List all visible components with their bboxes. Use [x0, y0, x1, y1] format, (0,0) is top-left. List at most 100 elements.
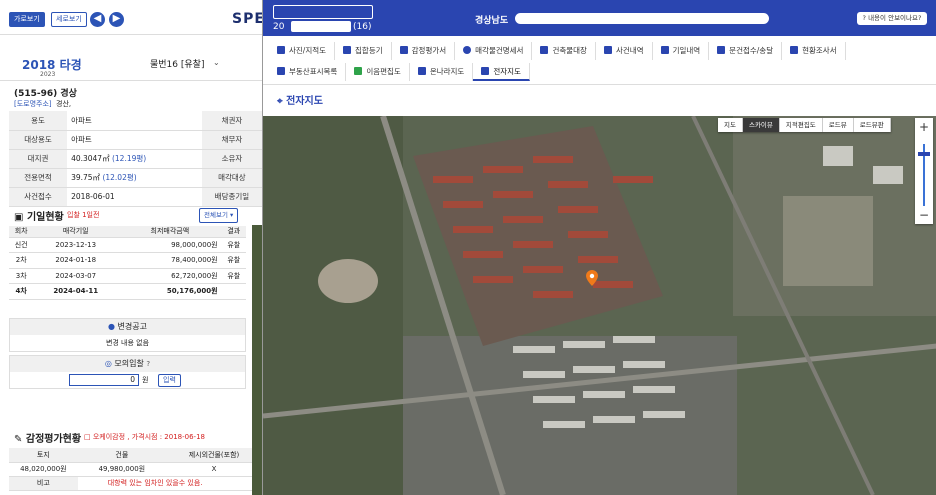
tab-doc-receipt[interactable]: 문건접수/송달 — [709, 42, 783, 60]
area-value: 39.75㎡ — [71, 173, 101, 182]
property-info-table: 용도 아파트 채권자 대상용도 아파트 채무자 대지권 40.3047㎡ (12.19평)… — [9, 111, 262, 207]
price-cell: 98,000,000원 — [118, 237, 222, 253]
forward-arrow-icon[interactable]: ▶ — [109, 12, 124, 27]
auction-history-table: 회차 매각기일 최저매각금액 결과 신건 2023-12-13 98,000,000원 유찰… — [9, 226, 246, 300]
site-logo: SPEI — [232, 11, 262, 27]
property-number: 물번16 [유찰] — [150, 60, 205, 70]
redacted-bar — [291, 21, 351, 32]
date-cell: 2024-03-07 — [33, 268, 119, 284]
view-all-button[interactable]: 전체보기 ▾ — [199, 208, 239, 223]
help-button[interactable]: ? 내용이 안보이나요? — [857, 12, 927, 25]
road-address-tag[interactable]: [도로명주소] — [14, 99, 52, 109]
zoom-in-button[interactable]: + — [915, 119, 933, 135]
tab-appraisal[interactable]: 감정평가서 — [392, 42, 456, 60]
mock-bid-submit-button[interactable]: 입력 — [158, 374, 181, 387]
column-header: 회차 — [9, 226, 34, 238]
photo-icon — [277, 46, 285, 54]
mock-bid-box: ◎ 모의입찰 ? 0 원 입력 — [9, 355, 246, 389]
tab-collective-registry[interactable]: 집합등기 — [335, 42, 392, 60]
tab-onnara-map[interactable]: 온나라지도 — [410, 63, 474, 81]
tab-electronic-map[interactable]: 전자지도 — [473, 63, 530, 81]
tab-label: 집합등기 — [355, 46, 383, 55]
info-value: 아파트 — [67, 130, 202, 150]
table-row: 48,020,000원 49,980,000원 X — [9, 462, 262, 477]
table-row: 신건 2023-12-13 98,000,000원 유찰 — [9, 237, 246, 253]
history-note: 입찰 1일전 — [67, 211, 100, 219]
redacted-address-bar — [515, 13, 769, 24]
info-label: 전용면적 — [9, 168, 68, 188]
person-icon — [790, 46, 799, 54]
grid-icon — [354, 67, 363, 75]
tab-sale-spec[interactable]: 매각물건명세서 — [455, 42, 533, 60]
appraisal-note-text: 오케이감정 , 가격시점 : 2018-06-18 — [92, 433, 205, 441]
map-type-roadview-button[interactable]: 로드뷰 — [823, 118, 854, 132]
extra-building-value: X — [166, 462, 262, 477]
list-icon — [277, 67, 285, 75]
mock-bid-input[interactable]: 0 — [69, 374, 139, 386]
portrait-view-button[interactable]: 세로보기 — [51, 12, 87, 27]
table-row: 전용면적 39.75㎡ (12.02평) 매각대상 — [9, 168, 262, 188]
date-cell: 2024-04-11 — [33, 283, 119, 300]
help-label: 내용이 안보이나요? — [868, 14, 922, 22]
landscape-view-button[interactable]: 가로보기 — [9, 12, 45, 27]
map-popup-window: 20 (16) 경상남도 ? 내용이 안보이나요? 사진/지적도 집합등기 감정… — [262, 0, 936, 495]
calendar-icon — [660, 46, 669, 54]
location-pin-icon[interactable] — [586, 270, 598, 286]
column-header: 건물 — [77, 448, 167, 463]
column-header: 토지 — [9, 448, 78, 463]
map-type-skyview-button[interactable]: 스카이뷰 — [742, 118, 780, 132]
map-type-roadview-board-button[interactable]: 로드뷰판 — [854, 118, 891, 132]
price-cell: 62,720,000원 — [118, 268, 222, 284]
round-cell: 2차 — [9, 252, 34, 269]
result-cell: 유찰 — [221, 252, 246, 269]
appraisal-table: 토지 건물 제시외건물(포함) 48,020,000원 49,980,000원 X 비고… — [9, 448, 262, 491]
zoom-out-button[interactable]: − — [915, 207, 933, 223]
date-cell: 2024-01-18 — [33, 252, 119, 269]
building-value: 49,980,000원 — [77, 462, 167, 477]
document-tabs-row2: 부동산표시목록 이음편집도 온나라지도 전자지도 — [263, 63, 936, 81]
area-pyeong: (12.19평) — [111, 154, 147, 163]
appraisal-title: ✎ 감정평가현황 — [14, 430, 81, 445]
view-all-label: 전체보기 — [204, 211, 228, 219]
change-notice-title: 변경공고 — [117, 322, 147, 331]
tab-label: 기일내역 — [672, 46, 701, 55]
currency-unit: 원 — [142, 376, 149, 384]
satellite-map[interactable] — [263, 116, 936, 495]
tab-label: 전자지도 — [493, 67, 521, 76]
result-cell: 유찰 — [221, 268, 246, 284]
info-value: 39.75㎡ (12.02평) — [67, 168, 202, 188]
zoom-handle[interactable] — [918, 152, 930, 156]
appraisal-title-text: 감정평가현황 — [25, 434, 82, 445]
back-arrow-icon[interactable]: ◀ — [90, 12, 105, 27]
map-type-cadastral-button[interactable]: 지적편집도 — [780, 118, 823, 132]
tab-label: 매각물건명세서 — [475, 46, 524, 55]
price-cell: 50,176,000원 — [118, 283, 222, 300]
info-label: 사건접수 — [9, 187, 68, 207]
price-cell: 78,400,000원 — [118, 252, 222, 269]
info-label: 용도 — [9, 111, 68, 131]
history-title-text: 기일현황 — [26, 212, 64, 223]
tab-photo-cadastral[interactable]: 사진/지적도 — [269, 42, 336, 60]
tab-eum-map[interactable]: 이음편집도 — [346, 63, 410, 81]
tab-date-history[interactable]: 기일내역 — [653, 42, 710, 60]
tab-label: 현황조사서 — [802, 46, 837, 55]
tab-status-report[interactable]: 현황조사서 — [782, 42, 846, 60]
case-prefix: 20 — [273, 22, 285, 32]
map-type-map-button[interactable]: 지도 — [718, 118, 743, 132]
building-icon — [540, 46, 549, 54]
help-icon[interactable]: ? — [146, 360, 150, 368]
tab-building-ledger[interactable]: 건축물대장 — [532, 42, 596, 60]
date-cell: 2023-12-13 — [33, 237, 119, 253]
info-label: 소유자 — [201, 149, 262, 169]
chevron-down-icon[interactable]: ⌄ — [213, 58, 220, 67]
table-row: 사건접수 2018-06-01 배당종기일 — [9, 187, 262, 207]
tab-label: 사건내역 — [615, 46, 644, 55]
document-tabs-row1: 사진/지적도 집합등기 감정평가서 매각물건명세서 건축물대장 사건내역 기일내… — [263, 42, 936, 60]
tab-label: 문건접수/송달 — [729, 46, 774, 55]
tab-label: 부동산표시목록 — [289, 67, 338, 76]
remark-label: 비고 — [9, 476, 78, 491]
tab-case-history[interactable]: 사건내역 — [596, 42, 653, 60]
tab-property-list[interactable]: 부동산표시목록 — [269, 63, 347, 81]
calendar-icon: ▣ — [14, 212, 24, 223]
zoom-control: + − — [915, 118, 933, 224]
